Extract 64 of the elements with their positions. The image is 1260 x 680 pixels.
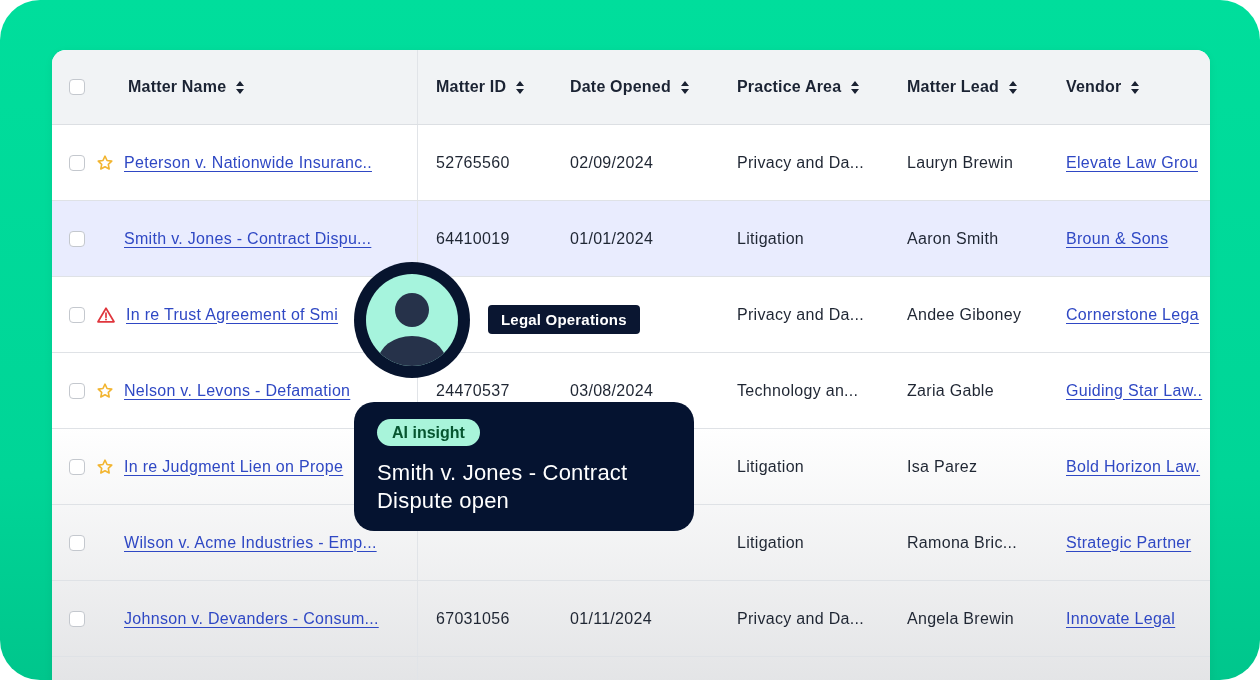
matter-id-cell: 67031056 [436, 608, 510, 629]
vendor-link[interactable]: Elevate Law Grou [1066, 152, 1198, 173]
date-cell: 01/01/2024 [570, 228, 654, 249]
sort-icon [680, 80, 689, 94]
matter-name-link[interactable]: In re Trust Agreement of Smi [126, 304, 339, 325]
matter-name-link[interactable]: Nelson v. Levons - Defamation [124, 380, 351, 401]
matter-lead-cell: Ramona Bric... [907, 532, 1017, 553]
checkbox[interactable] [69, 79, 85, 95]
sort-icon [1009, 80, 1017, 94]
column-header[interactable]: Matter ID [436, 78, 525, 96]
table-row[interactable]: Johnson v. Devanders - Consum... 67031056 01/11/2024 Privacy and Da... Angela Brewin Innovate Legal [52, 581, 1210, 657]
practice-area-cell: Technology an... [737, 380, 859, 401]
practice-area-cell: Privacy and Da... [737, 608, 864, 629]
column-header[interactable]: Matter Lead [907, 78, 1017, 96]
checkbox[interactable] [69, 306, 85, 323]
matter-id-cell: 52765560 [436, 152, 510, 173]
sort-icon [516, 80, 525, 94]
date-cell: 03/08/2024 [570, 380, 654, 401]
matter-id-cell: 64410019 [436, 228, 510, 249]
sort-icon [236, 80, 245, 94]
date-cell: 01/11/2024 [570, 608, 652, 629]
star-icon[interactable] [97, 458, 113, 475]
column-header[interactable]: Practice Area [737, 78, 860, 96]
star-icon[interactable] [97, 382, 113, 399]
sort-icon [851, 80, 860, 94]
matter-lead-cell: Andee Giboney [907, 304, 1022, 325]
matter-lead-cell: Lauryn Brewin [907, 152, 1014, 173]
checkbox[interactable] [69, 230, 85, 247]
role-tooltip: Legal Operations [488, 305, 640, 334]
vendor-link[interactable]: Bold Horizon Law. [1066, 456, 1201, 477]
checkbox[interactable] [69, 534, 85, 551]
vendor-link[interactable]: Strategic Partner [1066, 532, 1192, 553]
matter-lead-cell: Isa Parez [907, 456, 978, 477]
star-icon[interactable] [97, 154, 113, 171]
matter-id-cell: 24470537 [436, 380, 510, 401]
matter-name-link[interactable]: Johnson v. Devanders - Consum... [124, 608, 379, 629]
practice-area-cell: Litigation [737, 228, 805, 249]
matter-name-link[interactable]: Wilson v. Acme Industries - Emp... [124, 532, 377, 553]
checkbox[interactable] [69, 458, 85, 475]
vendor-link[interactable]: Guiding Star Law.. [1066, 380, 1203, 401]
practice-area-cell: Privacy and Da... [737, 304, 864, 325]
checkbox[interactable] [69, 610, 85, 627]
column-header[interactable]: Matter Name [128, 78, 245, 96]
matter-name-link[interactable]: In re Judgment Lien on Prope [124, 456, 344, 477]
matter-lead-cell: Aaron Smith [907, 228, 999, 249]
sort-icon [1131, 80, 1140, 94]
matter-name-link[interactable]: Smith v. Jones - Contract Dispu... [124, 228, 372, 249]
column-header[interactable]: Vendor [1066, 78, 1140, 96]
table-row[interactable]: Smith v. Jones - Contract Dispu... 64410019 01/01/2024 Litigation Aaron Smith Broun & Sons [52, 201, 1210, 277]
date-cell: 02/09/2024 [570, 152, 654, 173]
vendor-link[interactable]: Broun & Sons [1066, 228, 1169, 249]
vendor-link[interactable]: Innovate Legal [1066, 608, 1176, 629]
checkbox[interactable] [69, 382, 85, 399]
column-header[interactable]: Date Opened [570, 78, 689, 96]
practice-area-cell: Litigation [737, 456, 805, 477]
matter-name-link[interactable]: Peterson v. Nationwide Insuranc.. [124, 152, 372, 173]
checkbox[interactable] [69, 154, 85, 171]
avatar-icon [354, 262, 470, 378]
ai-insight-badge: AI insight [377, 419, 480, 446]
matter-lead-cell: Angela Brewin [907, 608, 1015, 629]
practice-area-cell: Privacy and Da... [737, 152, 864, 173]
vendor-link[interactable]: Cornerstone Lega [1066, 304, 1199, 325]
practice-area-cell: Litigation [737, 532, 805, 553]
matter-lead-cell: Zaria Gable [907, 380, 994, 401]
